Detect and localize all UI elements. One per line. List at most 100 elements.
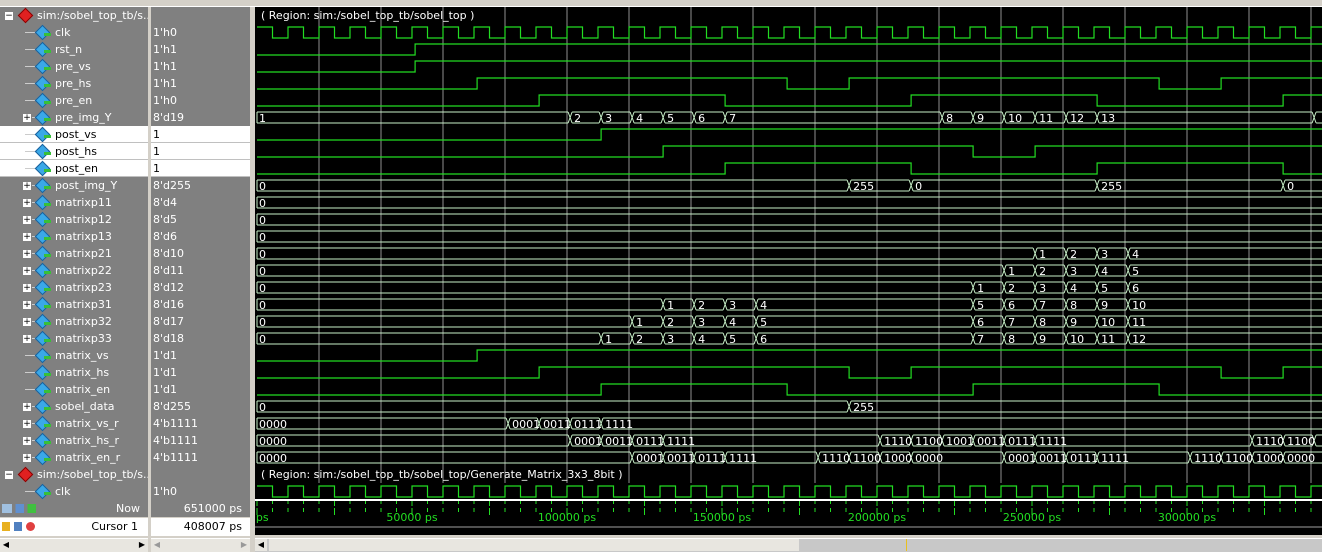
- signal-value-row[interactable]: 1'h1: [151, 58, 250, 75]
- scroll-right-icon[interactable]: ▶: [136, 539, 148, 551]
- expand-icon[interactable]: +: [22, 300, 32, 310]
- signal-value-row[interactable]: 8'd255: [151, 398, 250, 415]
- signal-value-row[interactable]: 1: [151, 160, 250, 177]
- signal-row-matrixp23[interactable]: + matrixp23: [0, 279, 148, 296]
- expand-icon[interactable]: +: [22, 402, 32, 412]
- signal-value-row[interactable]: 8'd18: [151, 330, 250, 347]
- signal-row-clk[interactable]: clk: [0, 24, 148, 41]
- signal-value-row[interactable]: 8'd12: [151, 279, 250, 296]
- lock-cursor-icon[interactable]: [2, 522, 10, 531]
- signal-row-matrixp21[interactable]: + matrixp21: [0, 245, 148, 262]
- signal-value-row[interactable]: 1: [151, 143, 250, 160]
- expand-icon[interactable]: +: [22, 453, 32, 463]
- expand-icon[interactable]: +: [22, 249, 32, 259]
- signal-name: post_hs: [55, 145, 97, 158]
- expand-icon[interactable]: +: [22, 266, 32, 276]
- signal-value-pane[interactable]: 1'h0 1'h1 1'h1 1'h1 1'h0 8'd19 1 1 1 8'd255 8'd4 8'…: [151, 7, 250, 500]
- signal-name-pane[interactable]: − sim:/sobel_top_tb/s... − sim:/sobel_top_t…: [0, 7, 148, 500]
- waveform-canvas[interactable]: ( Region: sim:/sobel_top_tb/sobel_top ) (…: [255, 7, 1322, 535]
- signal-value-row[interactable]: 1: [151, 126, 250, 143]
- signal-value-row[interactable]: 1'd1: [151, 364, 250, 381]
- signal-row-matrixp22[interactable]: + matrixp22: [0, 262, 148, 279]
- edit-cursor-icon[interactable]: [14, 522, 22, 531]
- expand-icon[interactable]: +: [22, 232, 32, 242]
- scroll-right-icon[interactable]: ▶: [238, 539, 250, 551]
- cursor-row[interactable]: Cursor 1: [0, 518, 148, 536]
- signal-row-pre_vs[interactable]: pre_vs: [0, 58, 148, 75]
- scroll-left-icon[interactable]: ◀: [151, 539, 163, 551]
- delete-cursor-icon[interactable]: [26, 522, 35, 531]
- signal-row-matrixp31[interactable]: + matrixp31: [0, 296, 148, 313]
- collapse-icon[interactable]: −: [4, 11, 14, 21]
- signal-value-row[interactable]: 1'h1: [151, 75, 250, 92]
- signal-row-matrix_en[interactable]: matrix_en: [0, 381, 148, 398]
- signal-value-row[interactable]: 8'd4: [151, 194, 250, 211]
- signal-row-matrix_en_r[interactable]: + matrix_en_r: [0, 449, 148, 466]
- signal-value-row[interactable]: 4'b1111: [151, 415, 250, 432]
- waveform-pane[interactable]: ( Region: sim:/sobel_top_tb/sobel_top ) (…: [255, 7, 1322, 535]
- scroll-left-icon[interactable]: ◀: [0, 539, 12, 551]
- group-row[interactable]: − sim:/sobel_top_tb/s...: [0, 466, 148, 483]
- bus-value-sobel_data: 0: [259, 401, 266, 414]
- signal-value-row[interactable]: 1'h1: [151, 41, 250, 58]
- toolbar-icons[interactable]: [2, 504, 36, 513]
- signal-value-row[interactable]: 8'd5: [151, 211, 250, 228]
- signal-value-row[interactable]: 1'h0: [151, 92, 250, 109]
- signal-row-sobel_data[interactable]: + sobel_data: [0, 398, 148, 415]
- expand-icon[interactable]: +: [22, 317, 32, 327]
- expand-icon[interactable]: +: [22, 198, 32, 208]
- signal-row-pre_img_Y[interactable]: + pre_img_Y: [0, 109, 148, 126]
- expand-icon[interactable]: +: [22, 334, 32, 344]
- signal-value-row[interactable]: 4'b1111: [151, 449, 250, 466]
- signal-row-pre_en[interactable]: pre_en: [0, 92, 148, 109]
- signal-row-matrix_hs_r[interactable]: + matrix_hs_r: [0, 432, 148, 449]
- waveform-scrollbar[interactable]: ◀: [255, 538, 1322, 552]
- signal-row-pre_hs[interactable]: pre_hs: [0, 75, 148, 92]
- signal-row-matrix_vs[interactable]: matrix_vs: [0, 347, 148, 364]
- signal-value-row[interactable]: 8'd255: [151, 177, 250, 194]
- name-pane-scrollbar[interactable]: ◀ ▶: [0, 538, 148, 552]
- wave-matrix_vs: [257, 349, 1322, 362]
- signal-row-post_en[interactable]: post_en: [0, 160, 148, 177]
- signal-row-clk[interactable]: clk: [0, 483, 148, 500]
- signal-value-row[interactable]: 8'd11: [151, 262, 250, 279]
- scrollbar-thumb[interactable]: [269, 539, 799, 551]
- signal-row-matrixp12[interactable]: + matrixp12: [0, 211, 148, 228]
- signal-row-matrixp32[interactable]: + matrixp32: [0, 313, 148, 330]
- signal-value-row[interactable]: 8'd6: [151, 228, 250, 245]
- expand-icon[interactable]: +: [22, 215, 32, 225]
- signal-value-row[interactable]: 1'd1: [151, 347, 250, 364]
- bus-segment-matrixp23: [1130, 281, 1322, 294]
- signal-value-row[interactable]: 1'h0: [151, 24, 250, 41]
- signal-row-post_hs[interactable]: post_hs: [0, 143, 148, 160]
- signal-value-row[interactable]: 1'd1: [151, 381, 250, 398]
- expand-icon[interactable]: +: [22, 181, 32, 191]
- signal-value-row[interactable]: 8'd19: [151, 109, 250, 126]
- expand-icon[interactable]: +: [22, 113, 32, 123]
- signal-row-post_vs[interactable]: post_vs: [0, 126, 148, 143]
- signal-value-row[interactable]: 8'd16: [151, 296, 250, 313]
- scroll-left-icon[interactable]: ◀: [255, 539, 267, 551]
- bus-value-pre_img_Y: 2: [574, 112, 581, 125]
- signal-value-row[interactable]: 4'b1111: [151, 432, 250, 449]
- signal-row-matrix_vs_r[interactable]: + matrix_vs_r: [0, 415, 148, 432]
- signal-direction-icon: [44, 152, 51, 155]
- group-row[interactable]: − sim:/sobel_top_tb/s...: [0, 7, 148, 24]
- signal-name: post_en: [55, 162, 98, 175]
- value-pane-scrollbar[interactable]: ◀ ▶: [151, 538, 250, 552]
- signal-value-row[interactable]: 8'd10: [151, 245, 250, 262]
- signal-row-matrixp11[interactable]: + matrixp11: [0, 194, 148, 211]
- expand-icon[interactable]: +: [22, 436, 32, 446]
- cursor-value[interactable]: 408007 ps: [151, 518, 250, 536]
- signal-value-row[interactable]: 8'd17: [151, 313, 250, 330]
- signal-row-matrixp33[interactable]: + matrixp33: [0, 330, 148, 347]
- expand-icon[interactable]: +: [22, 283, 32, 293]
- signal-value-row[interactable]: 1'h0: [151, 483, 250, 500]
- signal-row-matrixp13[interactable]: + matrixp13: [0, 228, 148, 245]
- signal-row-rst_n[interactable]: rst_n: [0, 41, 148, 58]
- signal-row-matrix_hs[interactable]: matrix_hs: [0, 364, 148, 381]
- expand-icon[interactable]: +: [22, 419, 32, 429]
- signal-row-post_img_Y[interactable]: + post_img_Y: [0, 177, 148, 194]
- collapse-icon[interactable]: −: [4, 470, 14, 480]
- bus-value-post_img_Y: 0: [259, 180, 266, 193]
